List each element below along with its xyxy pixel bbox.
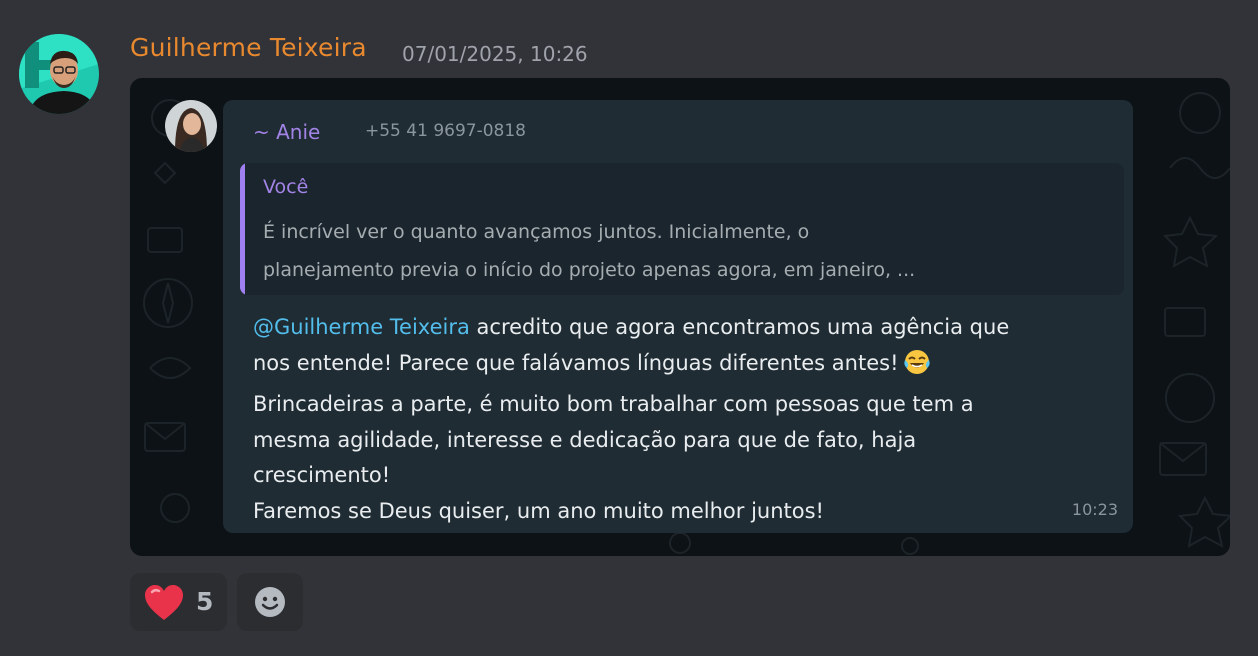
mention-link: @Guilherme Teixeira — [253, 315, 470, 339]
message-line-text: acredito que agora encontramos uma agênc… — [469, 315, 1010, 339]
quote-line: planejamento previa o início do projeto … — [263, 259, 916, 281]
quoted-message: Você É incrível ver o quanto avançamos j… — [240, 163, 1124, 295]
author-avatar[interactable] — [19, 34, 99, 114]
reaction-count: 5 — [196, 587, 214, 616]
message-bubble: ~ Anie +55 41 9697-0818 Você É incrível … — [223, 100, 1133, 533]
quote-line: É incrível ver o quanto avançamos juntos… — [263, 221, 810, 243]
quote-accent-bar — [240, 163, 245, 295]
message-body: @Guilherme Teixeira acredito que agora e… — [253, 310, 1113, 529]
message-line: crescimento! — [253, 463, 391, 487]
laughing-tears-emoji-icon — [903, 348, 931, 388]
quote-text: É incrível ver o quanto avançamos juntos… — [263, 213, 1083, 289]
message-author-name[interactable]: Guilherme Teixeira — [130, 33, 367, 62]
message-line: nos entende! Parece que falávamos língua… — [253, 346, 1113, 388]
message-line: @Guilherme Teixeira acredito que agora e… — [253, 310, 1113, 346]
message-line: Brincadeiras a parte, é muito bom trabal… — [253, 392, 974, 416]
add-reaction-smile-icon — [254, 586, 286, 622]
message-line: mesma agilidade, interesse e dedicação p… — [253, 427, 917, 452]
author-avatar-image — [19, 34, 99, 114]
heart-reaction-button[interactable]: 5 — [130, 573, 227, 631]
bubble-timestamp: 10:23 — [1071, 500, 1118, 519]
sender-name: ~ Anie — [253, 120, 321, 144]
sender-avatar-image — [165, 100, 217, 152]
heart-icon — [143, 584, 185, 626]
message-line-text: nos entende! Parece que falávamos língua… — [253, 350, 899, 375]
message-line: Faremos se Deus quiser, um ano muito mel… — [253, 498, 824, 523]
message-timestamp: 07/01/2025, 10:26 — [402, 42, 588, 66]
image-attachment[interactable]: ~ Anie +55 41 9697-0818 Você É incrível … — [130, 78, 1230, 556]
quote-author: Você — [263, 176, 309, 198]
add-reaction-button[interactable] — [237, 573, 303, 631]
sender-phone: +55 41 9697-0818 — [365, 121, 526, 141]
sender-avatar — [165, 100, 217, 152]
